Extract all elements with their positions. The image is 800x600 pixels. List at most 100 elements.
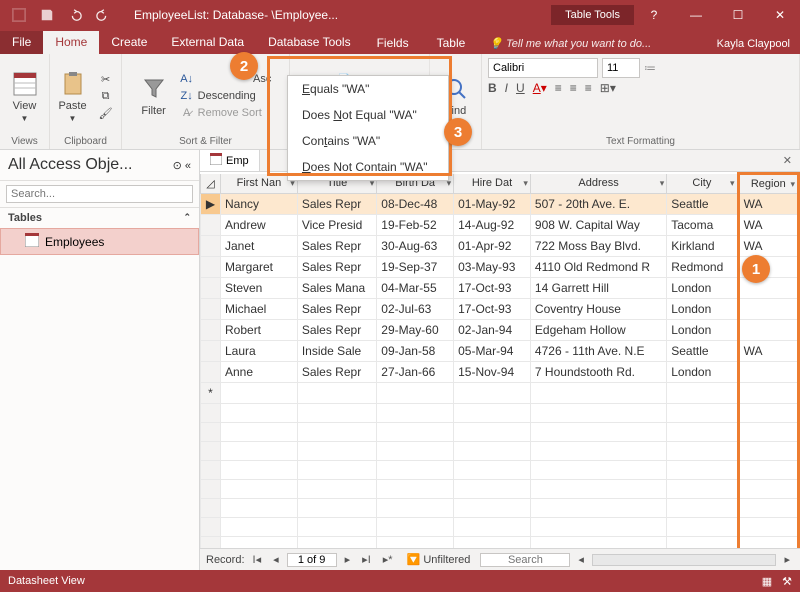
cell-hire[interactable] — [454, 383, 531, 404]
cell-city[interactable]: Redmond — [667, 257, 738, 278]
close-document-button[interactable]: ✕ — [775, 154, 800, 167]
cell-firstName[interactable]: Janet — [221, 236, 298, 257]
cell-firstName[interactable]: Michael — [221, 299, 298, 320]
cell-region[interactable] — [738, 383, 798, 404]
cell-title[interactable]: Sales Repr — [297, 194, 376, 215]
record-position-input[interactable] — [287, 553, 337, 567]
cell-birth[interactable]: 08-Dec-48 — [377, 194, 454, 215]
row-selector[interactable] — [201, 341, 221, 362]
table-row[interactable]: MichaelSales Repr02-Jul-6317-Oct-93Coven… — [201, 299, 799, 320]
cell-firstName[interactable]: Nancy — [221, 194, 298, 215]
cell-region[interactable]: WA — [738, 341, 798, 362]
cell-city[interactable]: Kirkland — [667, 236, 738, 257]
tab-table[interactable]: Table — [423, 32, 480, 54]
cell-hire[interactable]: 02-Jan-94 — [454, 320, 531, 341]
save-icon[interactable] — [36, 4, 58, 26]
align-right-button[interactable]: ≡ — [585, 81, 592, 95]
cell-birth[interactable]: 19-Sep-37 — [377, 257, 454, 278]
nav-item-employees[interactable]: Employees — [0, 228, 199, 255]
cell-birth[interactable]: 27-Jan-66 — [377, 362, 454, 383]
cell-birth[interactable] — [377, 383, 454, 404]
cell-region[interactable] — [738, 278, 798, 299]
cell-city[interactable]: London — [667, 362, 738, 383]
cell-hire[interactable]: 14-Aug-92 — [454, 215, 531, 236]
filter-not-equal[interactable]: Does Not Equal "WA" — [288, 102, 448, 128]
help-button[interactable]: ? — [634, 1, 674, 29]
first-record-button[interactable]: I◂ — [249, 553, 266, 566]
column-header-city[interactable]: City▾ — [667, 174, 738, 194]
minimize-button[interactable]: — — [676, 1, 716, 29]
gridlines-button[interactable]: ⊞▾ — [600, 81, 616, 95]
copy-button[interactable]: ⧉ — [95, 88, 117, 104]
nav-title[interactable]: All Access Obje... — [8, 156, 133, 174]
nav-search-input[interactable] — [6, 185, 193, 203]
record-search-input[interactable] — [480, 553, 570, 567]
next-record-button[interactable]: ▸ — [341, 553, 355, 566]
row-selector[interactable]: ▶ — [201, 194, 221, 215]
column-header-addr[interactable]: Address▾ — [530, 174, 666, 194]
align-left-button[interactable]: ≡ — [555, 81, 562, 95]
cell-city[interactable]: London — [667, 278, 738, 299]
filter-equals[interactable]: Equals "WA" — [288, 76, 448, 102]
align-center-button[interactable]: ≡ — [570, 81, 577, 95]
tab-external-data[interactable]: External Data — [159, 31, 256, 54]
cell-addr[interactable]: 507 - 20th Ave. E. — [530, 194, 666, 215]
column-header-region[interactable]: Region▾ — [738, 174, 798, 194]
table-row[interactable]: AndrewVice Presid19-Feb-5214-Aug-92908 W… — [201, 215, 799, 236]
cell-region[interactable]: WA — [738, 236, 798, 257]
close-button[interactable]: ✕ — [760, 1, 800, 29]
cell-firstName[interactable]: Laura — [221, 341, 298, 362]
redo-icon[interactable] — [92, 4, 114, 26]
font-color-button[interactable]: A▾ — [533, 81, 547, 95]
cell-hire[interactable]: 05-Mar-94 — [454, 341, 531, 362]
row-selector[interactable] — [201, 257, 221, 278]
cell-region[interactable]: WA — [738, 194, 798, 215]
scroll-left-button[interactable]: ◂ — [574, 553, 588, 566]
bullets-icon[interactable]: ≔ — [644, 61, 656, 75]
filter-contains[interactable]: Contains "WA" — [288, 128, 448, 154]
cell-addr[interactable]: 4726 - 11th Ave. N.E — [530, 341, 666, 362]
cell-addr[interactable]: 4110 Old Redmond R — [530, 257, 666, 278]
filter-status[interactable]: 🔽 Unfiltered — [407, 553, 471, 566]
cell-title[interactable]: Sales Repr — [297, 362, 376, 383]
document-tab[interactable]: Emp — [200, 150, 260, 171]
cell-hire[interactable]: 17-Oct-93 — [454, 278, 531, 299]
row-selector[interactable] — [201, 362, 221, 383]
cell-region[interactable] — [738, 362, 798, 383]
cell-title[interactable]: Sales Repr — [297, 236, 376, 257]
cut-button[interactable]: ✂ — [95, 71, 117, 87]
table-row[interactable]: JanetSales Repr30-Aug-6301-Apr-92722 Mos… — [201, 236, 799, 257]
column-header-firstName[interactable]: First Nan▾ — [221, 174, 298, 194]
cell-city[interactable]: Seattle — [667, 341, 738, 362]
table-row[interactable]: StevenSales Mana04-Mar-5517-Oct-9314 Gar… — [201, 278, 799, 299]
cell-city[interactable]: London — [667, 320, 738, 341]
remove-sort-button[interactable]: A̷Remove Sort — [176, 105, 276, 121]
cell-addr[interactable]: Coventry House — [530, 299, 666, 320]
row-selector[interactable] — [201, 215, 221, 236]
cell-birth[interactable]: 02-Jul-63 — [377, 299, 454, 320]
cell-hire[interactable]: 15-Nov-94 — [454, 362, 531, 383]
new-row-selector[interactable]: * — [201, 383, 221, 404]
last-record-button[interactable]: ▸I — [358, 553, 375, 566]
nav-section-tables[interactable]: Tables ⌃ — [0, 208, 199, 228]
user-name[interactable]: Kayla Claypool — [707, 34, 800, 54]
cell-title[interactable]: Sales Mana — [297, 278, 376, 299]
tab-file[interactable]: File — [0, 31, 43, 54]
table-row[interactable]: LauraInside Sale09-Jan-5805-Mar-944726 -… — [201, 341, 799, 362]
new-record-nav-button[interactable]: ▸* — [379, 553, 397, 566]
cell-firstName[interactable]: Margaret — [221, 257, 298, 278]
datasheet[interactable]: ◿ First Nan▾Title▾Birth Da▾Hire Dat▾Addr… — [200, 172, 800, 548]
cell-city[interactable]: Tacoma — [667, 215, 738, 236]
font-size-select[interactable] — [602, 58, 640, 78]
table-row[interactable]: ▶NancySales Repr08-Dec-4801-May-92507 - … — [201, 194, 799, 215]
cell-firstName[interactable] — [221, 383, 298, 404]
cell-title[interactable]: Inside Sale — [297, 341, 376, 362]
bold-button[interactable]: B — [488, 81, 497, 95]
column-header-hire[interactable]: Hire Dat▾ — [454, 174, 531, 194]
cell-firstName[interactable]: Steven — [221, 278, 298, 299]
prev-record-button[interactable]: ◂ — [269, 553, 283, 566]
table-row[interactable]: RobertSales Repr29-May-6002-Jan-94Edgeha… — [201, 320, 799, 341]
cell-addr[interactable]: 722 Moss Bay Blvd. — [530, 236, 666, 257]
filter-button[interactable]: Filter — [136, 73, 172, 119]
cell-city[interactable]: London — [667, 299, 738, 320]
